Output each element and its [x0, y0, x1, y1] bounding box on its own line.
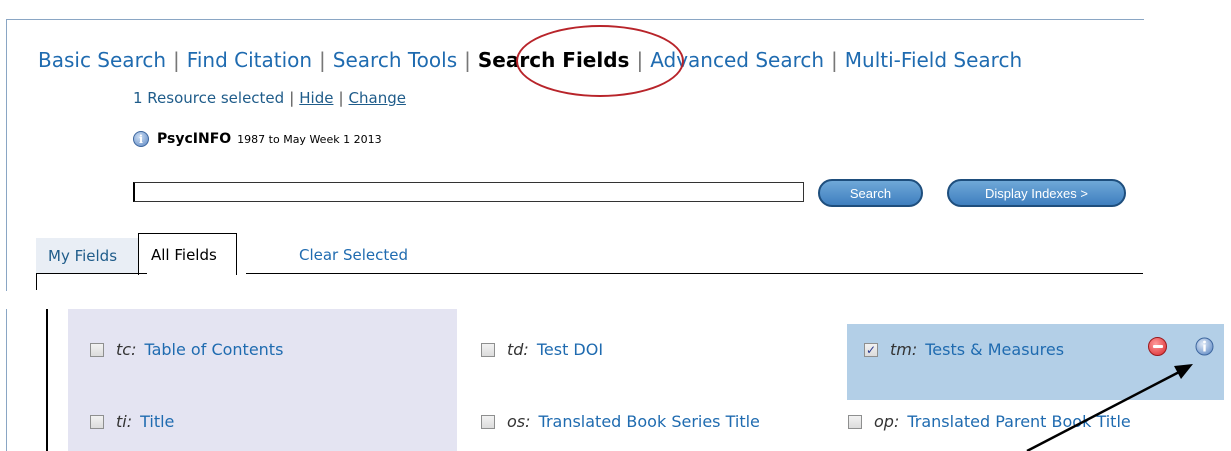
field-checkbox[interactable]	[90, 342, 104, 357]
search-input[interactable]	[133, 182, 804, 202]
tab-separator: |	[831, 48, 838, 72]
tab-separator: |	[173, 48, 180, 72]
field-name[interactable]: Translated Book Series Title	[539, 412, 760, 431]
field-code: tm:	[890, 340, 918, 359]
annotation-circle	[516, 25, 684, 97]
field-checkbox[interactable]	[481, 342, 495, 357]
field-code: ti:	[116, 412, 133, 431]
selected-field-highlight	[847, 324, 1224, 400]
search-button[interactable]: Search	[818, 179, 923, 207]
field-checkbox[interactable]	[481, 414, 495, 429]
field-item-tm: ✓ tm: Tests & Measures	[864, 340, 1064, 359]
display-indexes-button[interactable]: Display Indexes >	[947, 179, 1126, 207]
clear-selected-link[interactable]: Clear Selected	[287, 236, 420, 274]
hide-link[interactable]: Hide	[299, 89, 333, 107]
resource-selection: 1 Resource selected | Hide | Change	[133, 89, 406, 107]
field-tabs: My Fields All Fields Clear Selected	[36, 232, 420, 275]
panel-border	[46, 309, 48, 451]
field-checkbox[interactable]	[848, 414, 862, 429]
resource-separator: |	[338, 89, 344, 107]
resource-separator: |	[289, 89, 295, 107]
panel-border	[36, 273, 37, 290]
tab-find-citation[interactable]: Find Citation	[187, 48, 312, 72]
field-name[interactable]: Translated Parent Book Title	[907, 412, 1130, 431]
field-checkbox-checked[interactable]: ✓	[864, 342, 878, 357]
database-info: i PsycINFO 1987 to May Week 1 2013	[133, 131, 382, 147]
tab-multi-field-search[interactable]: Multi-Field Search	[845, 48, 1022, 72]
field-code: op:	[874, 412, 900, 431]
field-name[interactable]: Title	[140, 412, 174, 431]
tab-baseline	[36, 273, 147, 274]
field-name[interactable]: Tests & Measures	[925, 340, 1064, 359]
panel-border	[6, 309, 7, 451]
field-code: tc:	[116, 340, 137, 359]
database-name: PsycINFO	[157, 131, 232, 147]
field-item-ti: ti: Title	[90, 412, 174, 431]
field-checkbox[interactable]	[90, 414, 104, 429]
field-name[interactable]: Test DOI	[537, 340, 603, 359]
field-item-os: os: Translated Book Series Title	[481, 412, 760, 431]
database-range: 1987 to May Week 1 2013	[237, 132, 382, 146]
tab-basic-search[interactable]: Basic Search	[38, 48, 166, 72]
field-item-tc: tc: Table of Contents	[90, 340, 283, 359]
tab-my-fields[interactable]: My Fields	[36, 238, 138, 274]
tab-all-fields[interactable]: All Fields	[138, 233, 237, 275]
remove-icon[interactable]	[1148, 337, 1167, 356]
tab-separator: |	[319, 48, 326, 72]
field-item-op: op: Translated Parent Book Title	[848, 412, 1131, 431]
tab-baseline	[246, 273, 1143, 274]
field-code: td:	[507, 340, 529, 359]
info-icon[interactable]: i	[133, 131, 149, 147]
field-code: os:	[507, 412, 531, 431]
tab-separator: |	[464, 48, 471, 72]
resource-count: 1 Resource selected	[133, 89, 285, 107]
info-icon[interactable]	[1195, 337, 1214, 356]
field-item-td: td: Test DOI	[481, 340, 603, 359]
field-name[interactable]: Table of Contents	[144, 340, 283, 359]
tab-search-tools[interactable]: Search Tools	[333, 48, 457, 72]
change-link[interactable]: Change	[349, 89, 406, 107]
